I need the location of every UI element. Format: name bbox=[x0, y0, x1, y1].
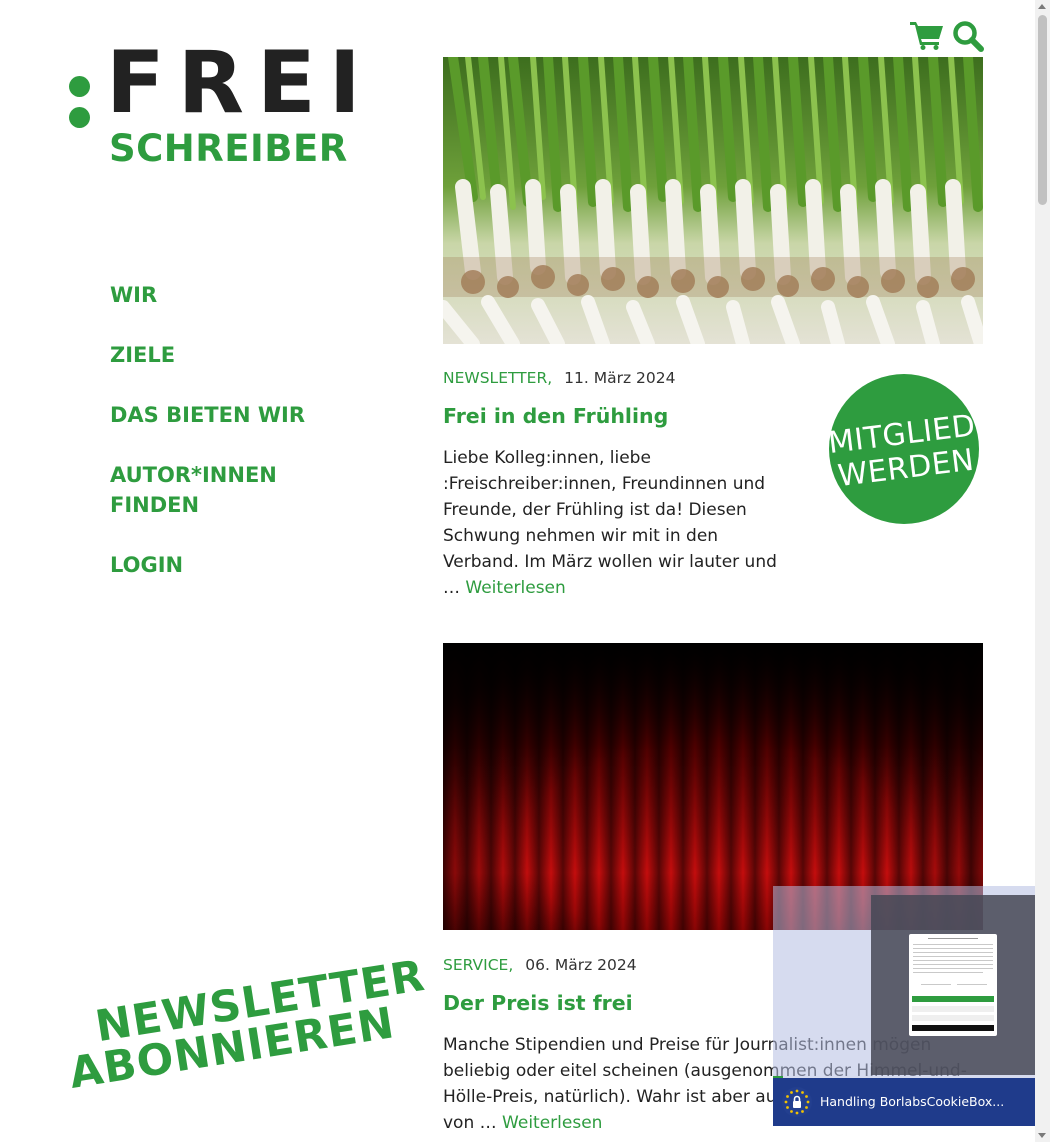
scroll-down-arrow-icon[interactable] bbox=[1038, 1133, 1046, 1138]
post-excerpt: Liebe Kolleg:innen, liebe :Freischreiber… bbox=[443, 445, 783, 601]
logo-schreiber-text: SCHREIBER bbox=[109, 127, 348, 170]
scrollbar-thumb[interactable] bbox=[1038, 15, 1047, 205]
nav-item-ziele[interactable]: ZIELE bbox=[110, 340, 370, 370]
nav-item-das-bieten-wir[interactable]: DAS BIETEN WIR bbox=[110, 400, 370, 430]
nav-item-autorinnen-finden[interactable]: AUTOR*INNEN FINDEN bbox=[110, 460, 310, 520]
nav-item-login[interactable]: LOGIN bbox=[110, 550, 370, 580]
logo-dot-bottom bbox=[69, 107, 90, 128]
badge-label: MITGLIED WERDEN bbox=[826, 408, 978, 495]
logo-dot-top bbox=[69, 76, 90, 97]
read-more-link[interactable]: Weiterlesen bbox=[465, 578, 565, 598]
cookie-preview-thumbnail bbox=[909, 934, 997, 1036]
post-date: 11. März 2024 bbox=[564, 369, 676, 387]
eu-lock-icon bbox=[782, 1087, 812, 1117]
cookie-box-bar[interactable]: Handling BorlabsCookieBox... bbox=[773, 1078, 1035, 1126]
main-navigation: WIR ZIELE DAS BIETEN WIR AUTOR*INNEN FIN… bbox=[110, 280, 370, 610]
post-category-link[interactable]: NEWSLETTER, bbox=[443, 369, 552, 387]
become-member-badge[interactable]: MITGLIED WERDEN bbox=[826, 374, 979, 524]
read-more-link[interactable]: Weiterlesen bbox=[502, 1113, 602, 1133]
post-category-link[interactable]: SERVICE, bbox=[443, 956, 513, 974]
post-title-link[interactable]: Frei in den Frühling bbox=[443, 402, 668, 430]
logo-frei-text: FREI bbox=[106, 33, 374, 133]
search-icon[interactable] bbox=[952, 20, 984, 52]
post-date: 06. März 2024 bbox=[525, 956, 637, 974]
post-image-spring-onions[interactable] bbox=[443, 57, 983, 344]
site-logo[interactable]: FREI SCHREIBER bbox=[66, 40, 366, 177]
post-excerpt-text: Liebe Kolleg:innen, liebe :Freischreiber… bbox=[443, 448, 777, 598]
cookie-bar-label: Handling BorlabsCookieBox... bbox=[820, 1094, 1005, 1109]
post-meta: SERVICE, 06. März 2024 bbox=[443, 955, 637, 975]
nav-item-wir[interactable]: WIR bbox=[110, 280, 370, 310]
scroll-up-arrow-icon[interactable] bbox=[1038, 4, 1046, 9]
page-scrollbar[interactable] bbox=[1035, 0, 1050, 1142]
shopping-cart-icon[interactable] bbox=[910, 20, 944, 50]
post-title-link[interactable]: Der Preis ist frei bbox=[443, 989, 633, 1017]
newsletter-subscribe-link[interactable]: NEWSLETTER ABONNIEREN bbox=[60, 951, 428, 1140]
post-meta: NEWSLETTER, 11. März 2024 bbox=[443, 368, 675, 388]
